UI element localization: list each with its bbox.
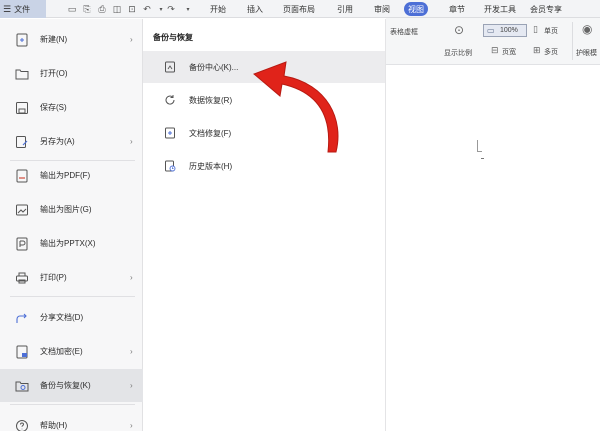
ribbon-divider <box>572 22 573 60</box>
single-page-button[interactable]: 单页 <box>544 26 558 36</box>
help-icon <box>14 418 30 431</box>
file-menu-button[interactable]: ☰ 文件 <box>0 0 46 18</box>
menu-item-open[interactable]: 打开(O) <box>0 57 143 90</box>
preview-quick-icon[interactable]: ◫ <box>111 3 123 15</box>
text-cursor <box>481 158 484 159</box>
menu-item-label: 输出为PDF(F) <box>40 171 91 180</box>
annotation-arrow-icon <box>253 61 339 153</box>
menu-item-label: 保存(S) <box>40 103 67 112</box>
backup-restore-icon <box>14 378 30 394</box>
table-gridlines-option[interactable]: 表格虚框 <box>390 27 418 37</box>
tab-developer[interactable]: 开发工具 <box>484 2 516 16</box>
menu-item-print[interactable]: 打印(P) › <box>0 261 143 294</box>
chevron-right-icon: › <box>130 137 133 146</box>
menu-item-label: 打印(P) <box>40 273 67 282</box>
page-width-icon: ⊟ <box>491 45 499 55</box>
page-width-button[interactable]: 页宽 <box>502 47 516 57</box>
submenu-item-label: 备份中心(K)... <box>189 62 239 72</box>
new-file-icon <box>14 32 30 48</box>
tab-insert[interactable]: 插入 <box>247 2 263 16</box>
menu-item-label: 输出为PPTX(X) <box>40 239 96 248</box>
tab-references[interactable]: 引用 <box>337 2 353 16</box>
submenu-item-label: 数据恢复(R) <box>189 95 233 105</box>
chevron-right-icon: › <box>130 421 133 430</box>
export-pdf-icon <box>14 168 30 184</box>
title-bar: ☰ 文件 ▭ ⎘ ⎙ ◫ ⊡ ↶ ▾ ↷ ▾ 开始 插入 页面布局 引用 审阅 … <box>0 0 600 18</box>
chevron-right-icon: › <box>130 347 133 356</box>
menu-item-label: 分享文档(D) <box>40 313 84 322</box>
menu-item-label: 新建(N) <box>40 35 68 44</box>
menu-item-label: 打开(O) <box>40 69 68 78</box>
menu-item-export-pdf[interactable]: 输出为PDF(F) <box>0 159 143 192</box>
print-preview-icon[interactable]: ⊡ <box>126 3 138 15</box>
more-dropdown-icon[interactable]: ▾ <box>182 3 194 15</box>
hamburger-icon: ☰ <box>3 3 12 14</box>
redo-icon[interactable]: ↷ <box>165 3 177 15</box>
page-margin-mark <box>477 140 482 152</box>
tab-member[interactable]: 会员专享 <box>530 2 562 16</box>
document-repair-icon <box>163 126 177 140</box>
submenu-item-label: 文档修复(F) <box>189 128 232 138</box>
submenu-item-label: 历史版本(H) <box>189 161 233 171</box>
menu-item-label: 另存为(A) <box>40 137 75 146</box>
menu-item-backup-restore[interactable]: 备份与恢复(K) › <box>0 369 143 402</box>
menu-item-label: 备份与恢复(K) <box>40 381 91 390</box>
single-page-icon: ▯ <box>533 24 538 34</box>
history-version-icon <box>163 159 177 173</box>
export-quick-icon[interactable]: ⎘ <box>81 3 93 15</box>
ribbon-view: 表格虚框 ⊙ 显示比例 ▭ 100% ▯ 单页 ⊟ 页宽 ⊞ 多页 ◉ 护眼模 <box>386 18 600 65</box>
data-recovery-icon <box>163 93 177 107</box>
chevron-right-icon: › <box>130 381 133 390</box>
menu-divider <box>10 404 135 405</box>
submenu-title: 备份与恢复 <box>153 33 193 42</box>
file-menu-panel: 新建(N) › 打开(O) 保存(S) 另存为(A) › 输出为PDF(F) 输… <box>0 19 143 431</box>
menu-item-label: 帮助(H) <box>40 421 68 430</box>
export-pptx-icon <box>14 236 30 252</box>
file-menu-label: 文件 <box>14 4 31 14</box>
menu-item-save-as[interactable]: 另存为(A) › <box>0 125 143 158</box>
zoom-ratio-icon[interactable]: ⊙ <box>454 23 464 37</box>
zoom-100-button[interactable]: ▭ 100% <box>483 24 527 37</box>
save-quick-icon[interactable]: ▭ <box>66 3 78 15</box>
document-canvas[interactable] <box>386 66 600 431</box>
tab-home[interactable]: 开始 <box>210 2 226 16</box>
eye-protect-button[interactable]: 护眼模 <box>576 48 597 58</box>
save-as-icon <box>14 134 30 150</box>
undo-icon[interactable]: ↶ <box>141 3 153 15</box>
multi-page-icon: ⊞ <box>533 45 541 55</box>
menu-item-export-image[interactable]: 输出为图片(G) <box>0 193 143 226</box>
chevron-right-icon: › <box>130 273 133 282</box>
eye-icon: ◉ <box>582 22 593 36</box>
print-icon <box>14 270 30 286</box>
multi-page-button[interactable]: 多页 <box>544 47 558 57</box>
menu-item-save[interactable]: 保存(S) <box>0 91 143 124</box>
show-ratio-label[interactable]: 显示比例 <box>444 48 472 58</box>
menu-item-encrypt[interactable]: 文档加密(E) › <box>0 335 143 368</box>
zoom-value: 100% <box>500 27 518 34</box>
menu-item-share[interactable]: 分享文档(D) <box>0 301 143 334</box>
menu-item-export-pptx[interactable]: 输出为PPTX(X) <box>0 227 143 260</box>
tab-chapter[interactable]: 章节 <box>449 2 465 16</box>
save-icon <box>14 100 30 116</box>
folder-open-icon <box>14 66 30 82</box>
backup-center-icon <box>163 60 177 74</box>
print-quick-icon[interactable]: ⎙ <box>96 3 108 15</box>
menu-item-label: 输出为图片(G) <box>40 205 92 214</box>
encrypt-icon <box>14 344 30 360</box>
menu-divider <box>10 296 135 297</box>
tab-view[interactable]: 视图 <box>404 2 428 16</box>
export-image-icon <box>14 202 30 218</box>
menu-item-label: 文档加密(E) <box>40 347 83 356</box>
share-icon <box>14 310 30 326</box>
menu-item-new[interactable]: 新建(N) › <box>0 23 143 56</box>
monitor-icon: ▭ <box>487 26 495 35</box>
tab-review[interactable]: 审阅 <box>374 2 390 16</box>
chevron-right-icon: › <box>130 35 133 44</box>
tab-page-layout[interactable]: 页面布局 <box>283 2 315 16</box>
menu-item-help[interactable]: 帮助(H) › <box>0 409 143 431</box>
